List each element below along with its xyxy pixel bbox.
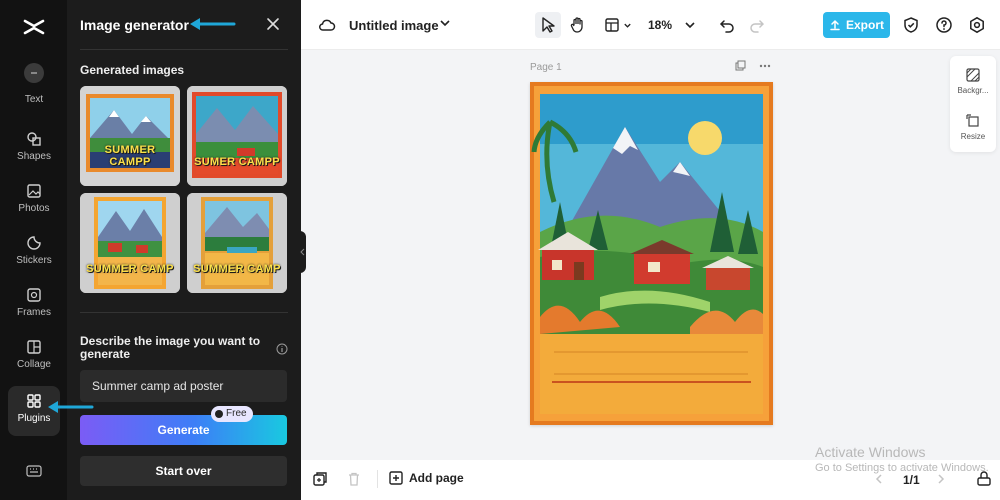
chevron-right-icon[interactable] <box>935 473 947 485</box>
layout-icon <box>605 18 619 32</box>
rail-item-stickers[interactable]: Stickers <box>8 228 60 278</box>
hand-tool-button[interactable] <box>565 12 591 38</box>
select-tool-button[interactable] <box>535 12 561 38</box>
image-generator-panel: Image generator Generated images SUMMER … <box>67 0 301 500</box>
chevron-down-icon[interactable] <box>684 19 696 31</box>
more-options-icon <box>759 64 763 68</box>
collage-icon <box>27 340 41 354</box>
hand-icon <box>570 17 583 33</box>
redo-icon[interactable] <box>748 16 766 34</box>
shield-icon[interactable] <box>902 16 920 34</box>
thumbnail-text: SUMMER CAMPP <box>104 144 156 168</box>
undo-icon[interactable] <box>718 16 736 34</box>
add-page-icon <box>389 471 403 485</box>
rail-item-label: Stickers <box>16 255 52 266</box>
photos-icon <box>27 184 41 198</box>
info-icon[interactable] <box>276 343 288 355</box>
annotation-arrow <box>48 401 94 413</box>
credit-icon <box>215 410 223 418</box>
panel-divider <box>80 312 288 313</box>
rail-item-photos[interactable]: Photos <box>8 176 60 226</box>
watermark-title: Activate Windows <box>815 444 926 460</box>
canvas-area[interactable]: Page 1 <box>301 50 1000 460</box>
shapes-icon <box>27 132 41 146</box>
zoom-level[interactable]: 18% <box>648 18 672 32</box>
duplicate-page-icon[interactable] <box>312 471 328 487</box>
rail-item-shapes[interactable]: Shapes <box>8 124 60 174</box>
page-count: 1/1 <box>903 473 920 487</box>
side-tools-panel: Backgr... Resize <box>950 56 996 152</box>
free-badge-label: Free <box>226 408 247 419</box>
export-label: Export <box>845 18 884 32</box>
rail-item-label: Text <box>24 94 44 105</box>
page-options[interactable] <box>735 60 775 74</box>
page-label: Page 1 <box>530 62 562 73</box>
rail-item-label: Frames <box>17 307 51 318</box>
poster-image[interactable] <box>530 82 773 425</box>
top-toolbar: Untitled image 18% Export <box>301 0 1000 50</box>
chevron-left-icon[interactable] <box>873 473 885 485</box>
side-item-label: Resize <box>960 132 986 141</box>
prompt-input[interactable] <box>80 370 287 402</box>
generated-image-thumb[interactable]: SUMMER CAMPP <box>80 86 180 186</box>
stickers-icon <box>27 236 41 250</box>
thumbnail-text: SUMMER CAMP <box>193 263 281 275</box>
panel-title: Image generator <box>80 17 189 33</box>
annotation-arrow <box>190 18 236 30</box>
rail-item-collage[interactable]: Collage <box>8 332 60 382</box>
rail-item-label: Photos <box>18 203 50 214</box>
generated-image-thumb[interactable]: SUMER CAMPP <box>187 86 287 186</box>
rail-item-label: Shapes <box>17 151 51 162</box>
background-tool[interactable]: Backgr... <box>950 68 996 95</box>
close-icon[interactable] <box>265 16 281 32</box>
export-button[interactable]: Export <box>823 12 890 38</box>
thumbnail-image <box>80 193 180 293</box>
thumbnail-text: SUMMER CAMP <box>86 263 174 275</box>
add-page-button[interactable]: Add page <box>389 471 464 485</box>
cloud-icon[interactable] <box>318 16 336 34</box>
layout-tool-button[interactable] <box>601 12 635 38</box>
thumbnail-image <box>187 193 287 293</box>
background-icon <box>966 68 980 82</box>
upload-icon <box>830 19 840 31</box>
settings-icon[interactable] <box>968 16 986 34</box>
toolbar-divider <box>377 470 378 488</box>
start-over-button[interactable]: Start over <box>80 456 287 486</box>
generated-image-thumb[interactable]: SUMMER CAMP <box>80 193 180 293</box>
capcut-logo-icon[interactable] <box>21 14 47 40</box>
resize-icon <box>966 114 979 127</box>
generated-images-label: Generated images <box>80 63 185 77</box>
help-icon[interactable] <box>935 16 953 34</box>
watermark-subtitle: Go to Settings to activate Windows. <box>815 462 989 474</box>
rail-text-indicator <box>24 63 44 83</box>
document-title[interactable]: Untitled image <box>349 18 439 33</box>
free-badge: Free <box>211 406 253 422</box>
generate-button[interactable]: Generate <box>80 415 287 445</box>
thumbnail-image <box>187 86 287 186</box>
resize-tool[interactable]: Resize <box>950 114 996 141</box>
trash-icon[interactable] <box>346 471 362 487</box>
add-page-label: Add page <box>409 471 464 485</box>
plugins-icon <box>27 394 41 408</box>
side-item-label: Backgr... <box>957 86 989 95</box>
left-rail: Text Shapes Photos Stickers Frames Colla… <box>0 0 67 500</box>
rail-item-label: Collage <box>17 359 51 370</box>
thumbnail-text: SUMER CAMPP <box>194 156 280 168</box>
summer-camp-poster <box>530 82 773 425</box>
chevron-down-icon[interactable] <box>439 17 451 29</box>
rail-item-frames[interactable]: Frames <box>8 280 60 330</box>
keyboard-icon[interactable] <box>26 464 42 478</box>
frames-icon <box>27 288 41 302</box>
describe-label: Describe the image you want to generate <box>80 334 261 361</box>
panel-divider <box>80 49 288 50</box>
chevron-down-icon <box>624 23 631 28</box>
generated-image-thumb[interactable]: SUMMER CAMP <box>187 193 287 293</box>
thumbnail-image <box>80 86 180 186</box>
pointer-icon <box>542 17 555 33</box>
